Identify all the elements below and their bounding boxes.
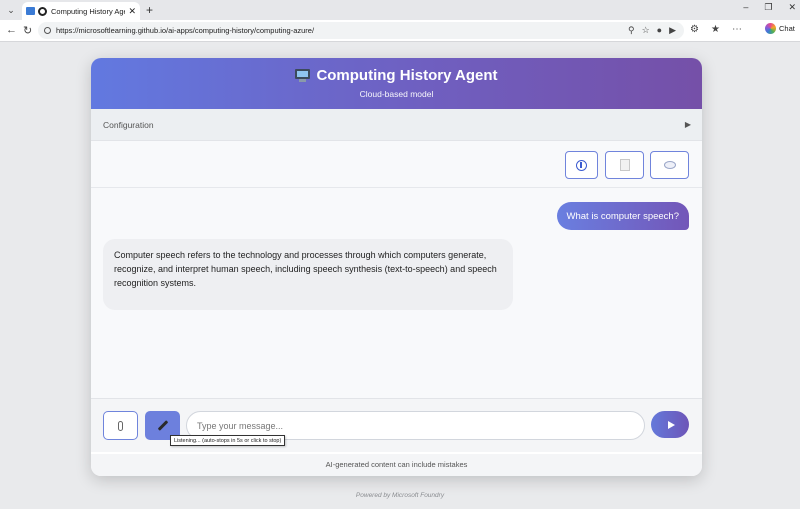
- back-icon[interactable]: ←: [6, 24, 17, 36]
- chat-toolbar: [91, 141, 702, 188]
- copilot-chat-button[interactable]: Chat: [765, 23, 795, 34]
- paperclip-icon: [118, 420, 123, 431]
- powered-by-footer: Powered by Microsoft Foundry: [355, 492, 445, 499]
- user-message: What is computer speech?: [556, 202, 689, 230]
- configuration-panel-toggle[interactable]: Configuration ▶: [91, 109, 702, 141]
- tab-close-icon[interactable]: ✕: [128, 6, 136, 17]
- browser-tab[interactable]: Computing History Agent - AI ✕: [22, 2, 140, 20]
- tab-list-chevron-icon[interactable]: ⌄: [4, 3, 18, 17]
- zoom-icon[interactable]: ⚲: [628, 25, 635, 36]
- document-icon: [619, 159, 630, 171]
- restore-icon[interactable]: ❐: [764, 2, 772, 13]
- more-menu-icon[interactable]: ⋯: [732, 24, 742, 35]
- favorite-star-icon[interactable]: ☆: [642, 25, 650, 36]
- send-button[interactable]: [651, 411, 689, 438]
- attach-button[interactable]: [103, 411, 138, 440]
- tab-title: Computing History Agent - AI: [51, 6, 125, 16]
- window-controls: – ❐ ✕: [743, 2, 796, 13]
- speech-button[interactable]: [650, 151, 689, 179]
- collections-icon[interactable]: ★: [711, 24, 720, 35]
- copilot-logo-icon: [765, 23, 776, 34]
- new-tab-icon[interactable]: +: [146, 3, 153, 17]
- speech-bubble-icon: [663, 161, 676, 169]
- info-icon: [576, 159, 587, 171]
- chat-label: Chat: [779, 24, 795, 33]
- recording-indicator-icon: [38, 6, 47, 16]
- ai-disclaimer: AI-generated content can include mistake…: [91, 454, 702, 476]
- address-bar[interactable]: https://microsoftlearning.github.io/ai-a…: [38, 22, 684, 39]
- refresh-icon[interactable]: ↻: [23, 24, 32, 37]
- expand-arrow-icon: ▶: [684, 120, 691, 129]
- microphone-icon: [157, 420, 168, 431]
- minimize-icon[interactable]: –: [743, 2, 748, 13]
- chat-messages: What is computer speech? Computer speech…: [91, 188, 702, 398]
- app-header: Computing History Agent Cloud-based mode…: [91, 58, 702, 109]
- send-icon: [667, 420, 675, 429]
- url-text: https://microsoftlearning.github.io/ai-a…: [56, 26, 315, 35]
- extensions-icon[interactable]: ⚙: [690, 24, 699, 35]
- assistant-message: Computer speech refers to the technology…: [103, 239, 513, 310]
- chat-app-card: Computing History Agent Cloud-based mode…: [91, 58, 702, 476]
- info-button[interactable]: [565, 151, 598, 179]
- app-title: Computing History Agent: [316, 67, 498, 84]
- window-close-icon[interactable]: ✕: [788, 2, 796, 13]
- mic-indicator-icon[interactable]: ●: [657, 25, 662, 36]
- browser-toolbar: ← ↻ https://microsoftlearning.github.io/…: [0, 20, 800, 42]
- site-info-icon[interactable]: [44, 27, 51, 34]
- configuration-label: Configuration: [103, 119, 154, 130]
- read-aloud-icon[interactable]: ▶: [669, 25, 676, 36]
- microphone-tooltip: Listening... (auto-stops in 5s or click …: [170, 435, 286, 446]
- browser-tab-bar: ⌄ Computing History Agent - AI ✕ + – ❐ ✕: [0, 0, 800, 20]
- app-subtitle: Cloud-based model: [359, 89, 434, 99]
- tab-favicon-icon: [26, 7, 35, 15]
- computer-monitor-icon: [295, 69, 311, 82]
- document-button[interactable]: [605, 151, 644, 179]
